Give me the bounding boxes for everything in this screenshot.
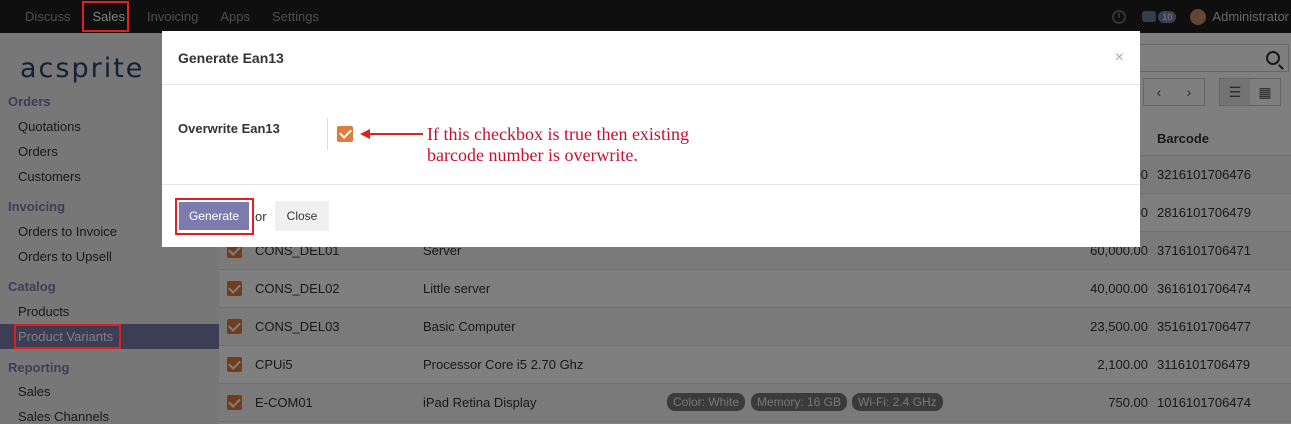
annotation-line-2: barcode number is overwrite.	[427, 145, 638, 165]
sales-highlight-box	[82, 1, 129, 32]
close-button[interactable]: Close	[275, 201, 329, 231]
overwrite-ean13-checkbox[interactable]	[337, 126, 353, 142]
annotation-line-1: If this checkbox is true then existing	[427, 124, 689, 144]
arrow-line	[368, 133, 423, 135]
dialog-title: Generate Ean13	[178, 50, 284, 66]
divider	[162, 184, 1140, 185]
overwrite-ean13-label: Overwrite Ean13	[178, 121, 280, 136]
field-separator	[327, 118, 328, 150]
generate-highlight-box	[175, 198, 254, 235]
generate-ean13-dialog: Generate Ean13 × Overwrite Ean13 If this…	[162, 31, 1140, 247]
close-icon[interactable]: ×	[1115, 49, 1124, 67]
or-text: or	[255, 209, 267, 224]
annotation-text: If this checkbox is true then existing b…	[427, 124, 689, 166]
divider	[162, 84, 1140, 85]
product-variants-highlight-box	[14, 324, 121, 349]
